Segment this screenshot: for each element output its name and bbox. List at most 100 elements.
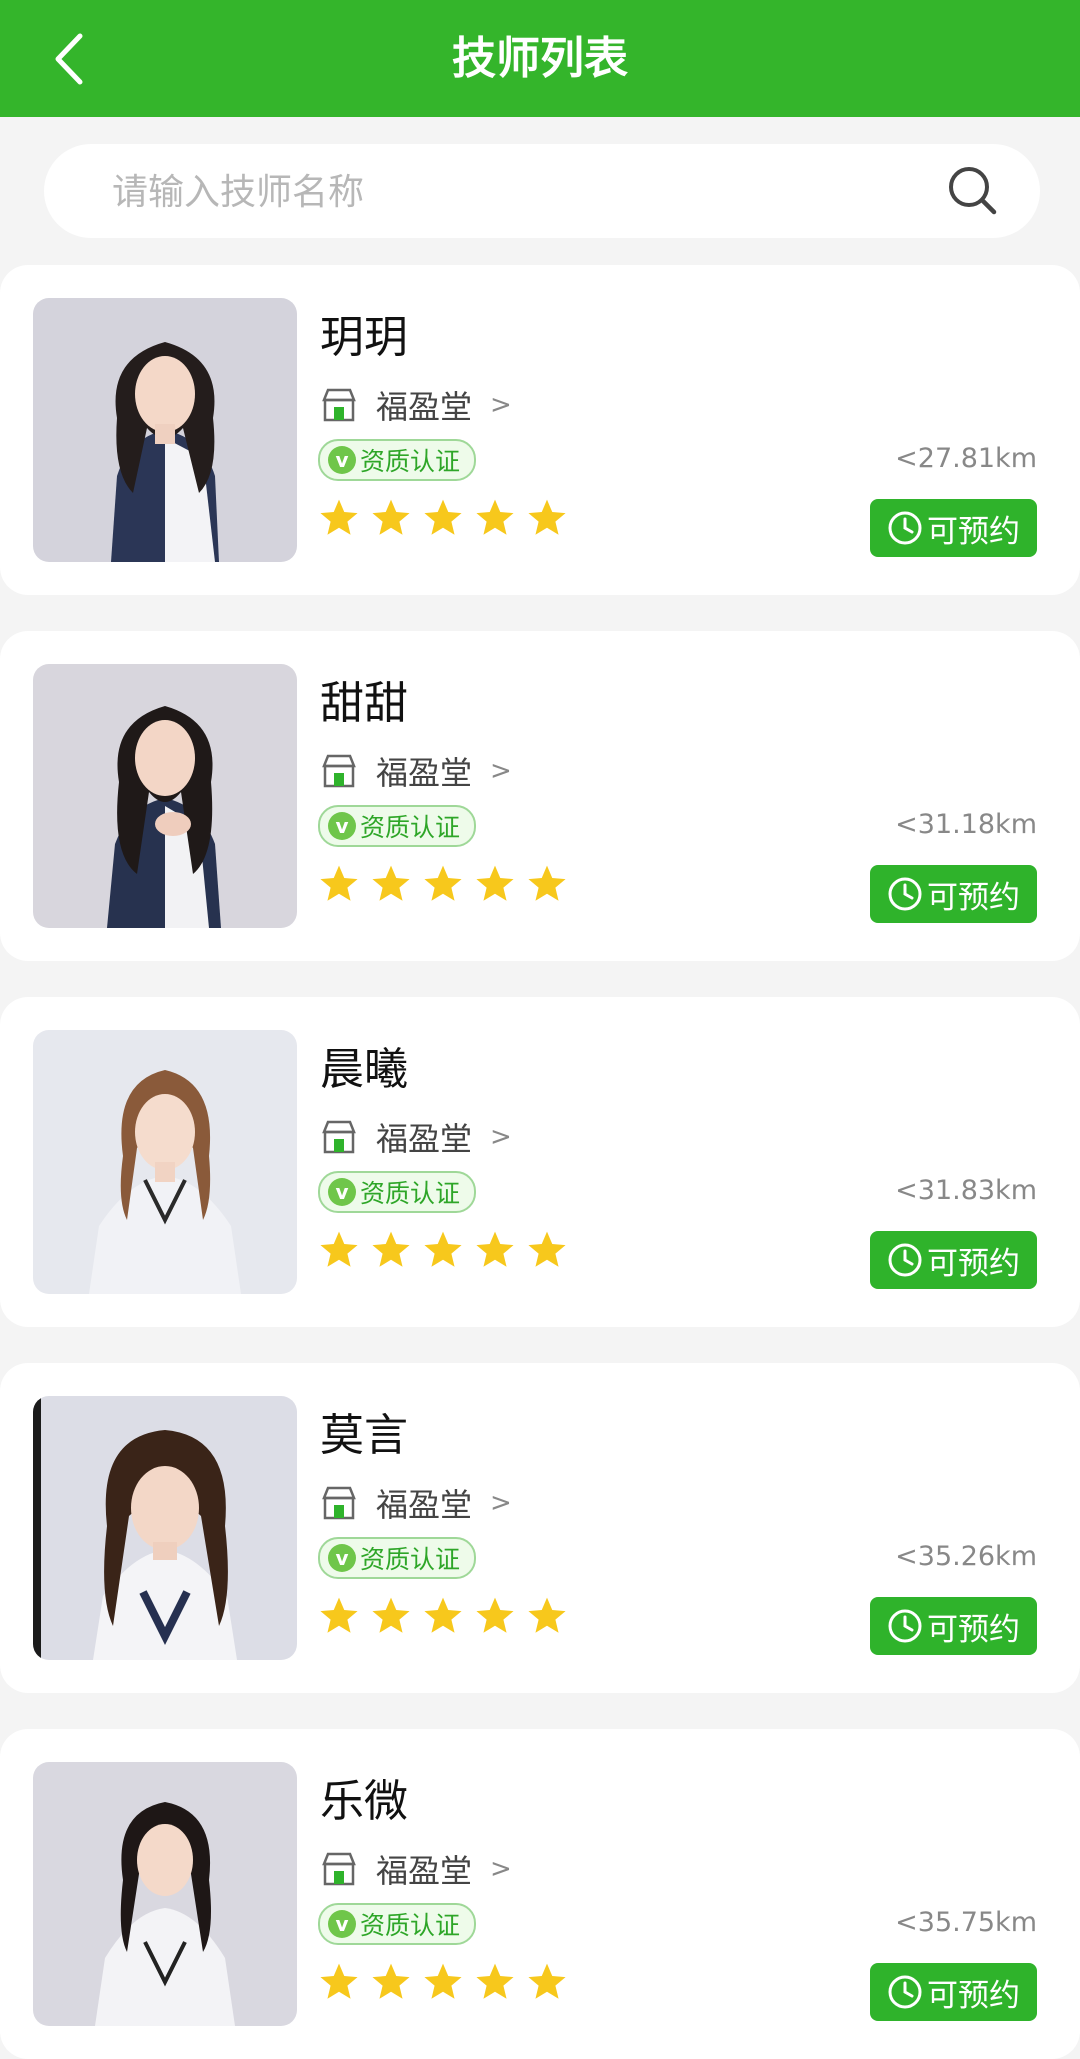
technician-name: 晨曦	[320, 1044, 408, 1095]
star-rating	[318, 1961, 578, 2003]
star-icon	[528, 865, 566, 901]
clock-icon	[888, 1243, 922, 1277]
star-icon	[528, 1231, 566, 1267]
distance-label: <31.83km	[895, 1175, 1037, 1206]
badge-label: 资质认证	[360, 447, 461, 476]
technician-card[interactable]: 玥玥 福盈堂 > v 资质认证 <27.81km 可预约	[0, 265, 1080, 595]
technician-name: 甜甜	[320, 678, 408, 729]
badge-label: 资质认证	[360, 1545, 461, 1574]
star-icon	[476, 499, 514, 535]
shop-name: 福盈堂	[376, 1486, 473, 1524]
search-bar[interactable]	[44, 144, 1040, 240]
clock-icon	[888, 511, 922, 545]
star-icon	[320, 1597, 358, 1633]
header-bar: 技师列表	[0, 0, 1080, 117]
search-input[interactable]	[110, 144, 934, 240]
technician-photo[interactable]	[33, 664, 297, 928]
verified-icon: v	[328, 1910, 356, 1938]
book-button[interactable]: 可预约	[870, 1963, 1037, 2021]
search-icon[interactable]	[946, 164, 1000, 218]
star-icon	[372, 1231, 410, 1267]
shop-link[interactable]: 福盈堂 >	[320, 1479, 512, 1527]
chevron-right-icon: >	[490, 1122, 512, 1152]
distance-label: <35.75km	[895, 1907, 1037, 1938]
shop-link[interactable]: 福盈堂 >	[320, 381, 512, 429]
star-icon	[320, 499, 358, 535]
technician-name: 玥玥	[320, 312, 408, 363]
certification-badge: v 资质认证	[318, 1903, 477, 1945]
chevron-right-icon: >	[490, 756, 512, 786]
star-icon	[320, 1231, 358, 1267]
star-icon	[320, 1963, 358, 1999]
technician-card[interactable]: 莫言 福盈堂 > v 资质认证 <35.26km 可预约	[0, 1363, 1080, 1693]
shop-name: 福盈堂	[376, 1120, 473, 1158]
star-icon	[528, 1597, 566, 1633]
book-button-label: 可预约	[927, 879, 1020, 916]
technician-card[interactable]: 晨曦 福盈堂 > v 资质认证 <31.83km 可预约	[0, 997, 1080, 1327]
technician-photo[interactable]	[33, 1396, 297, 1660]
book-button[interactable]: 可预约	[870, 1597, 1037, 1655]
technician-name: 莫言	[320, 1410, 408, 1461]
star-icon	[476, 1231, 514, 1267]
star-rating	[318, 1595, 578, 1637]
shop-link[interactable]: 福盈堂 >	[320, 747, 512, 795]
star-icon	[372, 865, 410, 901]
book-button[interactable]: 可预约	[870, 499, 1037, 557]
chevron-right-icon: >	[490, 1488, 512, 1518]
star-icon	[424, 1597, 462, 1633]
badge-label: 资质认证	[360, 1911, 461, 1940]
verified-icon: v	[328, 1178, 356, 1206]
store-icon	[322, 388, 356, 422]
technician-name: 乐微	[320, 1776, 408, 1827]
star-icon	[372, 1597, 410, 1633]
book-button[interactable]: 可预约	[870, 1231, 1037, 1289]
shop-name: 福盈堂	[376, 388, 473, 426]
star-icon	[424, 865, 462, 901]
chevron-right-icon: >	[490, 390, 512, 420]
verified-icon: v	[328, 1544, 356, 1572]
store-icon	[322, 1852, 356, 1886]
book-button-label: 可预约	[927, 1245, 1020, 1282]
badge-label: 资质认证	[360, 813, 461, 842]
book-button-label: 可预约	[927, 513, 1020, 550]
star-icon	[372, 1963, 410, 1999]
clock-icon	[888, 1975, 922, 2009]
certification-badge: v 资质认证	[318, 1171, 477, 1213]
book-button[interactable]: 可预约	[870, 865, 1037, 923]
store-icon	[322, 1486, 356, 1520]
technician-card[interactable]: 甜甜 福盈堂 > v 资质认证 <31.18km 可预约	[0, 631, 1080, 961]
page-title: 技师列表	[452, 33, 628, 84]
certification-badge: v 资质认证	[318, 805, 477, 847]
star-rating	[318, 1229, 578, 1271]
certification-badge: v 资质认证	[318, 1537, 477, 1579]
technician-photo[interactable]	[33, 1030, 297, 1294]
star-icon	[372, 499, 410, 535]
star-icon	[476, 865, 514, 901]
star-icon	[424, 1231, 462, 1267]
verified-icon: v	[328, 812, 356, 840]
star-icon	[320, 865, 358, 901]
distance-label: <27.81km	[895, 443, 1037, 474]
star-rating	[318, 863, 578, 905]
star-icon	[424, 499, 462, 535]
star-icon	[528, 1963, 566, 1999]
star-icon	[424, 1963, 462, 1999]
star-rating	[318, 497, 578, 539]
store-icon	[322, 754, 356, 788]
technician-photo[interactable]	[33, 298, 297, 562]
shop-name: 福盈堂	[376, 1852, 473, 1890]
clock-icon	[888, 1609, 922, 1643]
shop-link[interactable]: 福盈堂 >	[320, 1113, 512, 1161]
star-icon	[476, 1963, 514, 1999]
star-icon	[528, 499, 566, 535]
verified-icon: v	[328, 446, 356, 474]
book-button-label: 可预约	[927, 1611, 1020, 1648]
badge-label: 资质认证	[360, 1179, 461, 1208]
certification-badge: v 资质认证	[318, 439, 477, 481]
star-icon	[476, 1597, 514, 1633]
book-button-label: 可预约	[927, 1977, 1020, 2014]
shop-link[interactable]: 福盈堂 >	[320, 1845, 512, 1893]
technician-photo[interactable]	[33, 1762, 297, 2026]
technician-card[interactable]: 乐微 福盈堂 > v 资质认证 <35.75km 可预约	[0, 1729, 1080, 2059]
store-icon	[322, 1120, 356, 1154]
